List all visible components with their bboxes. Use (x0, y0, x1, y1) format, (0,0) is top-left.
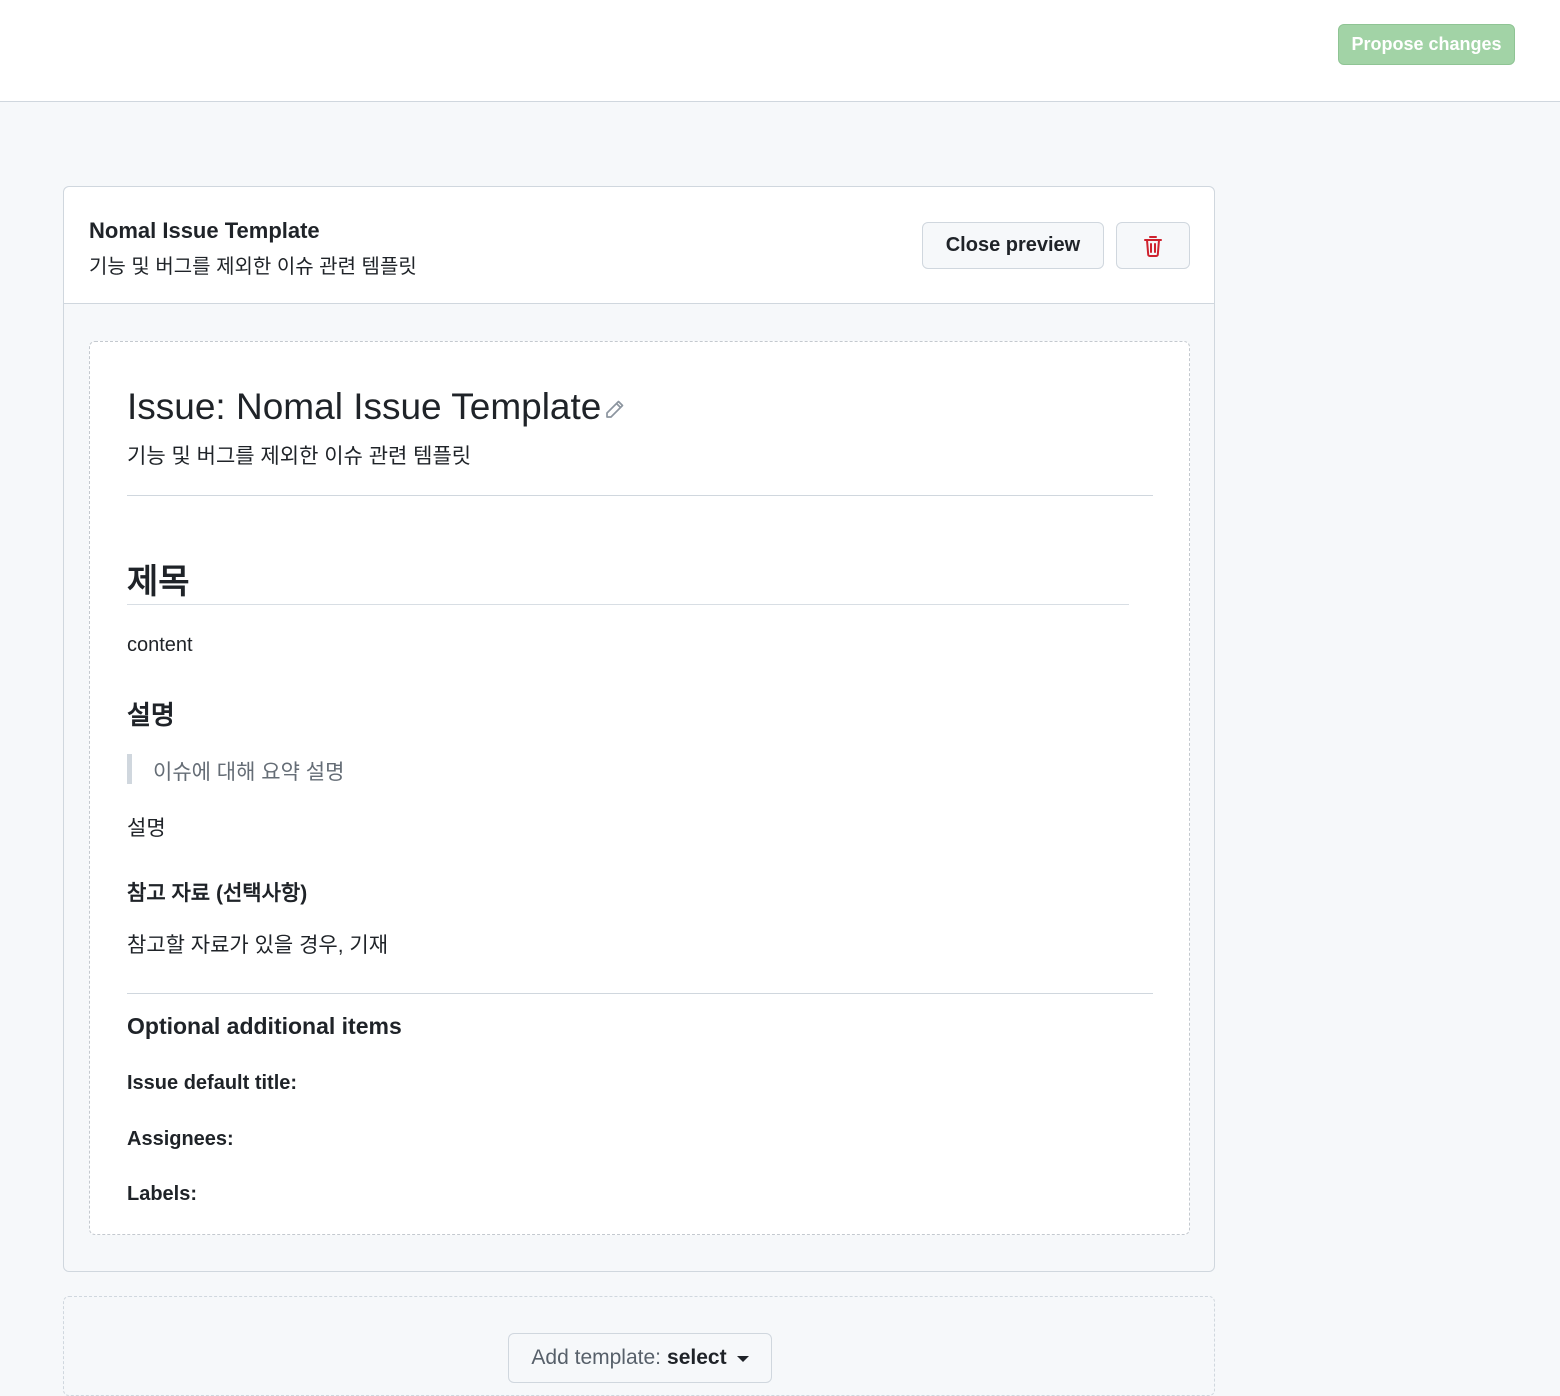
issue-title: Issue: Nomal Issue Template (127, 386, 602, 427)
assignees-label: Assignees: (127, 1128, 234, 1150)
issue-description: 기능 및 버그를 제외한 이슈 관련 템플릿 (127, 445, 472, 468)
body-paragraph: 설명 (127, 817, 166, 840)
template-name: Nomal Issue Template (89, 218, 320, 243)
pencil-icon[interactable] (603, 397, 627, 421)
delete-template-button[interactable] (1116, 222, 1190, 269)
body-heading-title: 제목 (127, 563, 190, 601)
top-bar: Propose changes (0, 0, 1560, 102)
add-template-dropdown[interactable]: Add template: select (508, 1333, 772, 1383)
propose-changes-button[interactable]: Propose changes (1338, 24, 1515, 65)
template-preview: Issue: Nomal Issue Template 기능 및 버그를 제외한… (89, 341, 1190, 1235)
add-template-selected: select (667, 1346, 727, 1369)
divider (127, 495, 1153, 496)
body-reference-text: 참고할 자료가 있을 경우, 기재 (127, 934, 389, 957)
body-heading-description: 설명 (127, 700, 175, 730)
template-card-header: Nomal Issue Template 기능 및 버그를 제외한 이슈 관련 … (64, 187, 1214, 304)
close-preview-button[interactable]: Close preview (922, 222, 1104, 269)
default-title-label: Issue default title: (127, 1072, 298, 1094)
caret-down-icon (736, 1356, 749, 1362)
trash-icon (1144, 235, 1162, 257)
divider (127, 993, 1153, 994)
blockquote-bar (127, 754, 132, 784)
optional-items-title: Optional additional items (127, 1013, 402, 1039)
template-card: Nomal Issue Template 기능 및 버그를 제외한 이슈 관련 … (63, 186, 1215, 1272)
heading-underline (127, 604, 1129, 605)
body-content-text: content (127, 634, 193, 656)
add-template-label: Add template: (531, 1346, 662, 1369)
labels-label: Labels: (127, 1183, 198, 1205)
body-heading-reference: 참고 자료 (선택사항) (127, 882, 308, 905)
template-about: 기능 및 버그를 제외한 이슈 관련 템플릿 (89, 256, 417, 278)
blockquote-text: 이슈에 대해 요약 설명 (153, 761, 345, 784)
add-template-area: Add template: select (63, 1296, 1215, 1396)
